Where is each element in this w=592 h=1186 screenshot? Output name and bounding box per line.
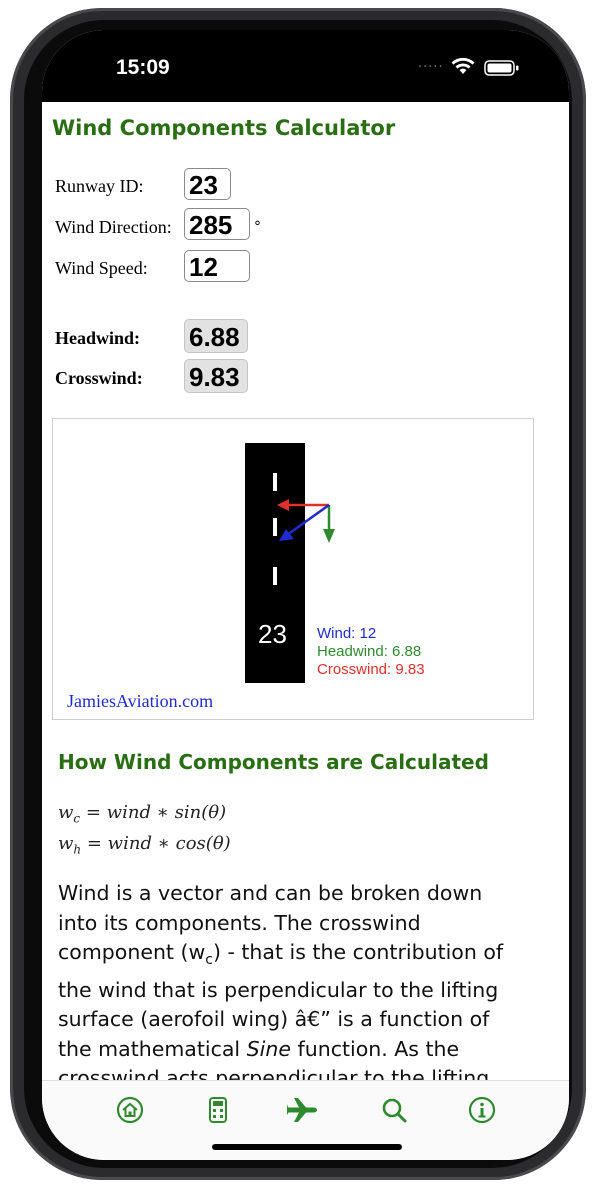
degree-symbol: ° [254,219,261,235]
runway-centerline-mark [273,473,277,491]
wind-diagram: 23 Wind: 12 Headwind: 6.88 Crosswind: 9.… [52,418,534,720]
runway-id-label: Runway ID: [55,176,144,196]
page-content: Wind Components Calculator Runway ID: 23… [42,102,569,1080]
airplane-icon [287,1098,317,1122]
wind-arrow-shaft [286,503,330,537]
section-title: How Wind Components are Calculated [58,750,489,774]
wind-speed-label: Wind Speed: [55,258,148,278]
runway-centerline-mark [273,518,277,536]
home-icon [116,1096,144,1124]
battery-icon [484,60,520,80]
mute-switch [14,226,20,266]
search-icon [382,1098,407,1123]
tab-search[interactable] [377,1093,411,1127]
crosswind-legend: Crosswind: 9.83 [317,661,425,678]
wind-direction-label: Wind Direction: [55,217,172,237]
tab-calculator[interactable] [201,1093,235,1127]
status-time: 15:09 [116,56,170,79]
explanation-paragraph: Wind is a vector and can be broken down … [58,881,504,1080]
volume-up-button [14,330,20,400]
calculator-icon [209,1097,227,1123]
runway-number: 23 [258,619,287,649]
power-button [574,360,580,470]
headwind-output: 6.88 [184,319,248,353]
wind-legend: Wind: 12 [317,625,377,642]
wind-direction-input[interactable]: 285 [184,208,250,240]
crosswind-arrowhead [277,499,289,511]
runway-id-input[interactable]: 23 [184,168,231,200]
tab-home[interactable] [113,1093,147,1127]
headwind-formula: wh = wind ∗ cos(θ) [58,833,231,857]
site-link[interactable]: JamiesAviation.com [67,691,213,712]
status-bar: 15:09 ..... [42,30,569,102]
crosswind-label: Crosswind: [55,368,143,388]
headwind-arrowhead [323,529,335,543]
screen: 15:09 ..... Wind Components Calculator R… [42,30,569,1160]
tab-info[interactable] [465,1093,499,1127]
wind-speed-input[interactable]: 12 [184,250,250,282]
volume-down-button [14,432,20,502]
signal-dots: ..... [418,56,444,71]
headwind-legend: Headwind: 6.88 [317,643,422,660]
page-title: Wind Components Calculator [52,116,396,140]
runway-centerline-mark [273,567,277,585]
crosswind-formula: wc = wind ∗ sin(θ) [58,802,227,826]
wifi-icon [450,56,476,80]
headwind-label: Headwind: [55,328,141,348]
info-icon [468,1096,496,1124]
crosswind-output: 9.83 [184,359,248,393]
home-indicator[interactable] [212,1144,402,1150]
tab-airplane[interactable] [285,1093,319,1127]
